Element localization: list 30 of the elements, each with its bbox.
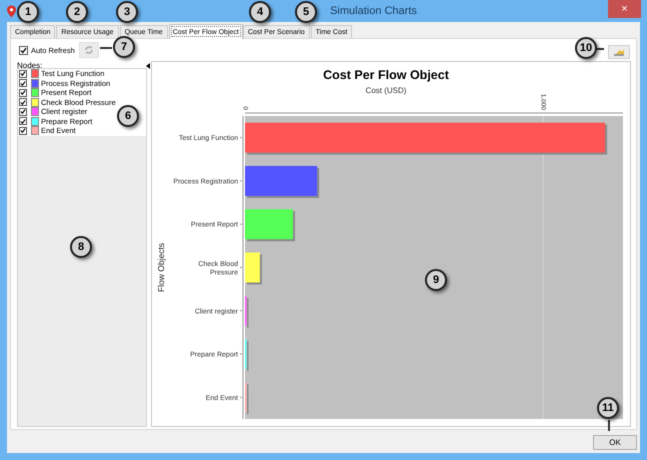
node-checkbox[interactable]: [19, 98, 27, 106]
node-checkbox[interactable]: [19, 79, 27, 88]
callout-marker: 2: [66, 1, 88, 23]
bar: [245, 252, 262, 284]
leader-line: [608, 420, 610, 431]
callout-marker: 3: [116, 1, 138, 23]
callout-marker: 4: [249, 1, 271, 23]
window-title: Simulation Charts: [330, 4, 417, 19]
node-checkbox[interactable]: [19, 126, 27, 135]
app-icon: [6, 5, 17, 18]
close-button[interactable]: ×: [608, 0, 641, 18]
chart-icon: [614, 48, 624, 56]
x-axis-label: Cost (USD): [366, 86, 406, 95]
ok-button[interactable]: OK: [593, 435, 637, 450]
y-axis-label: Flow Objects: [156, 242, 166, 292]
nodes-label: Nodes:: [17, 60, 42, 70]
node-checkbox[interactable]: [19, 117, 27, 126]
node-checkbox[interactable]: [19, 70, 27, 78]
check-icon: [20, 47, 27, 54]
leader-line: [100, 47, 112, 49]
node-checkbox[interactable]: [19, 108, 27, 116]
chart-title: Cost Per Flow Object: [323, 68, 449, 82]
bar: [245, 382, 248, 414]
bar: [245, 296, 248, 328]
auto-refresh-checkbox[interactable]: [19, 46, 28, 56]
refresh-icon: [84, 45, 94, 55]
node-checkbox[interactable]: [19, 88, 27, 97]
callout-marker: 5: [295, 1, 317, 23]
bar: [245, 339, 248, 372]
callout-marker: 1: [17, 1, 39, 23]
